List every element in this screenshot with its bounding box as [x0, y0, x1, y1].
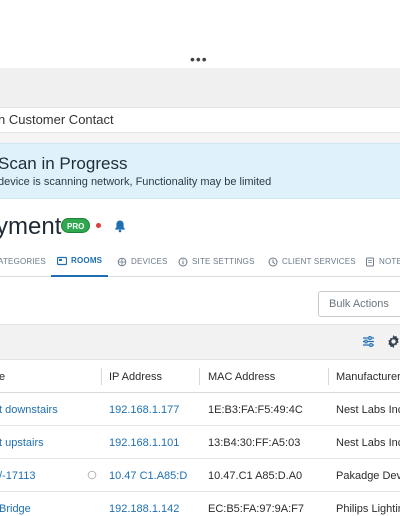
- column-header-name[interactable]: e: [0, 371, 5, 383]
- pro-badge: PRO: [61, 218, 91, 233]
- page-title: yment: [0, 213, 62, 240]
- tab-devices[interactable]: DEVICES: [117, 246, 168, 277]
- banner-title: Scan in Progress: [0, 154, 128, 173]
- customer-contact-bar: n Customer Contact: [0, 108, 400, 133]
- table-row[interactable]: Bridge 192.188.1.142 EC:B5:FA:97:9A:F7 P…: [0, 492, 400, 516]
- ip-address-link[interactable]: 192.188.1.142: [109, 503, 179, 515]
- tab-categories[interactable]: ATEGORIES: [0, 246, 46, 277]
- bulk-actions-button[interactable]: Bulk Actions: [318, 291, 400, 317]
- tab-rooms[interactable]: ROOMS: [51, 246, 109, 277]
- column-header-manufacturer[interactable]: Manufacturer: [336, 371, 400, 383]
- table-row[interactable]: t downstairs 192.168.1.177 1E:B3:FA:F5:4…: [0, 393, 400, 426]
- table-header: e IP Address MAC Address Manufacturer: [0, 360, 400, 393]
- tab-notes-label: NOTE: [379, 257, 400, 266]
- tab-categories-label: ATEGORIES: [0, 257, 46, 266]
- ip-address-link[interactable]: 192.168.1.101: [109, 437, 179, 449]
- table-row[interactable]: t upstairs 192.168.1.101 13:B4:30:FF:A5:…: [0, 426, 400, 459]
- device-name-link[interactable]: t upstairs: [0, 437, 44, 449]
- tab-rooms-label: ROOMS: [71, 256, 103, 265]
- manufacturer: Philips Lightin: [336, 503, 400, 515]
- ip-address-link[interactable]: 10.47 C1.A85:D: [109, 470, 187, 482]
- manufacturer: Nest Labs Inc: [336, 437, 400, 449]
- rooms-icon: [57, 256, 67, 265]
- ip-address-link[interactable]: 192.168.1.177: [109, 404, 179, 416]
- gear-icon[interactable]: [386, 334, 400, 349]
- loading-spinner-icon: [87, 470, 97, 480]
- top-bar: •••: [0, 0, 400, 68]
- device-name-link[interactable]: Bridge: [0, 503, 31, 515]
- mac-address: EC:B5:FA:97:9A:F7: [208, 503, 304, 515]
- devices-icon: [117, 257, 127, 266]
- table-toolbar: [0, 324, 400, 360]
- tab-devices-label: DEVICES: [131, 257, 168, 266]
- client-services-icon: [268, 257, 278, 266]
- table-row[interactable]: /-17113 10.47 C1.A85:D 10.47.C1 A85:D.A0…: [0, 459, 400, 492]
- bell-icon[interactable]: [113, 219, 127, 233]
- status-dot-icon: [96, 223, 101, 228]
- device-name-link[interactable]: t downstairs: [0, 404, 58, 416]
- column-divider: [328, 368, 329, 385]
- filter-settings-icon[interactable]: [362, 335, 375, 348]
- tab-client-services[interactable]: CLIENT SERVICES: [268, 246, 356, 277]
- mac-address: 1E:B3:FA:F5:49:4C: [208, 404, 303, 416]
- manufacturer: Nest Labs Inc: [336, 404, 400, 416]
- column-divider: [101, 368, 102, 385]
- more-menu-icon[interactable]: •••: [190, 52, 208, 66]
- scan-progress-banner: Scan in Progress device is scanning netw…: [0, 143, 400, 199]
- toolbar-strip: [0, 68, 400, 108]
- notes-icon: [366, 257, 374, 266]
- column-divider: [199, 368, 200, 385]
- info-icon: [178, 257, 188, 266]
- column-header-mac[interactable]: MAC Address: [208, 371, 275, 383]
- customer-contact-text[interactable]: n Customer Contact: [0, 112, 114, 127]
- column-header-ip[interactable]: IP Address: [109, 371, 162, 383]
- banner-subtitle: device is scanning network, Functionalit…: [0, 176, 272, 188]
- device-name-link[interactable]: /-17113: [0, 470, 36, 482]
- tab-site-settings-label: SITE SETTINGS: [192, 257, 255, 266]
- mac-address: 13:B4:30:FF:A5:03: [208, 437, 301, 449]
- mac-address: 10.47.C1 A85:D.A0: [208, 470, 303, 482]
- tab-notes[interactable]: NOTE: [365, 246, 400, 277]
- tab-client-services-label: CLIENT SERVICES: [282, 257, 356, 266]
- separator-strip: [0, 133, 400, 143]
- tab-site-settings[interactable]: SITE SETTINGS: [178, 246, 255, 277]
- tab-bar: ATEGORIES ROOMS DEVICES SITE SETTINGS CL…: [0, 246, 400, 277]
- manufacturer: Pakadge Dev: [336, 470, 400, 482]
